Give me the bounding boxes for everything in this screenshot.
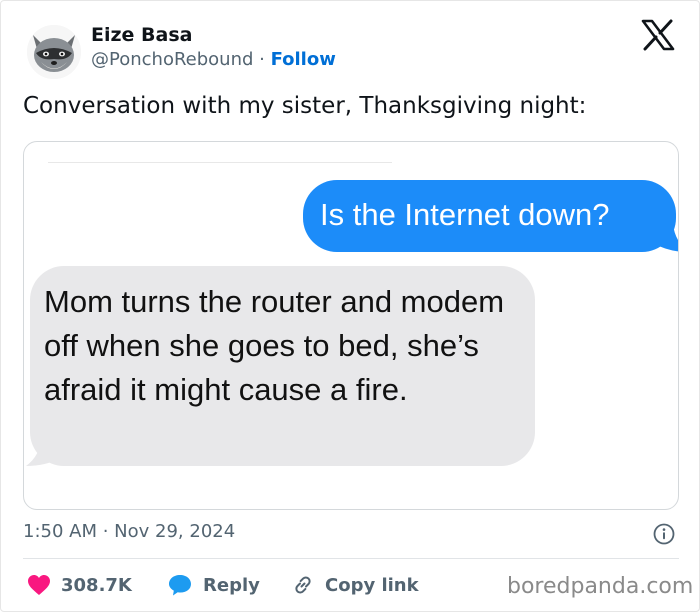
copy-link-button[interactable]: Copy link (291, 571, 419, 599)
heart-icon (28, 575, 50, 595)
time-separator: · (97, 521, 115, 542)
info-icon[interactable] (653, 523, 675, 545)
author-line: @PonchoRebound · Follow (91, 49, 336, 70)
media-image[interactable]: Is the Internet down? Mom turns the rout… (23, 141, 679, 510)
reply-label: Reply (203, 574, 260, 596)
x-logo-icon[interactable] (641, 19, 675, 51)
action-divider (23, 558, 679, 559)
post-date: Nov 29, 2024 (114, 521, 236, 542)
incoming-message-text: Mom turns the router and modem off when … (44, 284, 505, 407)
outgoing-bubble-tail (651, 224, 678, 252)
incoming-bubble-tail (26, 436, 64, 466)
author-handle[interactable]: @PonchoRebound (91, 49, 253, 70)
tweet-card: Eize Basa @PonchoRebound · Follow Conver… (0, 0, 700, 612)
author-name[interactable]: Eize Basa (91, 24, 193, 46)
raccoon-avatar-icon (27, 25, 81, 79)
like-button[interactable]: 308.7K (27, 571, 132, 599)
outgoing-message-text: Is the Internet down? (320, 197, 610, 232)
link-icon (295, 576, 311, 594)
follow-button[interactable]: Follow (271, 49, 336, 70)
avatar[interactable] (27, 25, 81, 79)
tweet-text: Conversation with my sister, Thanksgivin… (23, 93, 587, 119)
like-count: 308.7K (61, 574, 132, 596)
reply-button[interactable]: Reply (167, 571, 260, 599)
post-time: 1:50 AM (23, 521, 97, 542)
post-timestamp[interactable]: 1:50 AM · Nov 29, 2024 (23, 521, 235, 542)
handle-separator: · (253, 49, 271, 70)
screenshot-divider (48, 162, 392, 163)
reply-bubble-icon (169, 575, 191, 596)
watermark: boredpanda.com (507, 574, 694, 599)
copy-link-label: Copy link (325, 574, 419, 596)
